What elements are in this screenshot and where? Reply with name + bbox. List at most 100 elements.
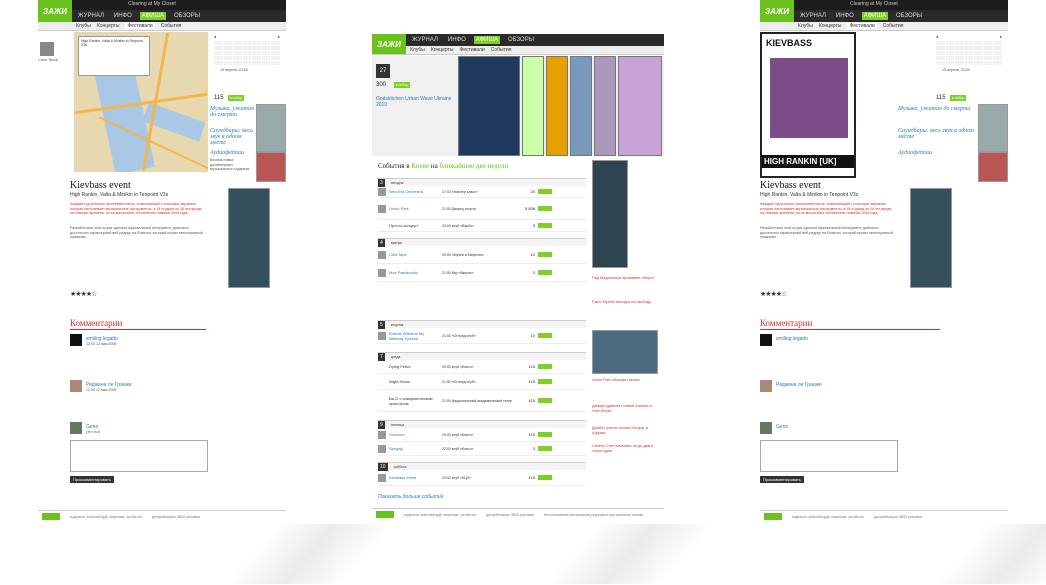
side-news-title-2[interactable]: Саундбары: весь звук в одном месте: [210, 128, 254, 146]
nav-info-3[interactable]: ИНФО: [834, 12, 856, 20]
subnav-concerts[interactable]: Концерты: [97, 23, 120, 29]
event-thumb[interactable]: [378, 187, 386, 196]
site-logo-3[interactable]: ЗАЖИ: [760, 0, 794, 22]
event-buy-button[interactable]: [538, 446, 552, 451]
nav-afisha-3[interactable]: АФИША: [861, 12, 888, 20]
event-buy-button[interactable]: [538, 270, 552, 275]
event-name[interactable]: Chill-Tape: [389, 252, 439, 257]
cal-prev-icon[interactable]: ◂: [214, 34, 216, 39]
event-name[interactable]: Max Pashkovski: [389, 270, 439, 275]
nav-journal-3[interactable]: ЖУРНАЛ: [798, 12, 828, 20]
calendar-grid[interactable]: [214, 41, 280, 65]
comment-avatar-2[interactable]: [70, 380, 82, 392]
event-buy-button[interactable]: [538, 379, 552, 384]
subnav-festivals-3[interactable]: Фестивали: [847, 23, 877, 29]
event-buy-button[interactable]: [538, 252, 552, 257]
event-name[interactable]: Dying Fetus: [389, 364, 439, 369]
event-buy-button[interactable]: [538, 398, 552, 403]
cal-prev-icon-3[interactable]: ◂: [936, 34, 938, 39]
nav-reviews[interactable]: ОБЗОРЫ: [172, 12, 202, 20]
nav-reviews-3[interactable]: ОБЗОРЫ: [894, 12, 924, 20]
event-name[interactable]: Robbie Williams My Birthday Special: [389, 331, 439, 341]
show-more-link[interactable]: Показать больше событий: [378, 494, 443, 500]
period-selector[interactable]: ближайшие две недели: [440, 162, 509, 170]
side-news-image-3-2[interactable]: [978, 152, 1008, 182]
top-user-label-3[interactable]: Clearing at My Closet: [850, 1, 898, 7]
event-row[interactable]: New Era Orchestra 17:00 «Мастер класс» 20: [378, 186, 586, 198]
event-thumb[interactable]: [378, 268, 386, 277]
subnav-events[interactable]: События: [161, 23, 182, 29]
rating-stars-3[interactable]: ★★★★☆: [760, 290, 787, 298]
event-buy-button[interactable]: [538, 475, 552, 480]
footer-logo-2[interactable]: [376, 511, 394, 518]
event-name[interactable]: Просто концерт: [389, 223, 439, 228]
nav-reviews-2[interactable]: ОБЗОРЫ: [506, 36, 536, 44]
nav-afisha-2[interactable]: АФИША: [473, 36, 500, 44]
calendar-grid-3[interactable]: [936, 41, 1002, 65]
side-news-title-1[interactable]: Музыка, ужатая до смерти: [210, 106, 254, 118]
event-buy-button[interactable]: [538, 189, 552, 194]
cal-next-icon[interactable]: ▸: [278, 34, 280, 39]
comment-avatar-3[interactable]: [70, 422, 82, 434]
featured-poster-6[interactable]: [618, 56, 662, 156]
comment-author-3-3[interactable]: Genn: [776, 424, 788, 430]
side-news-title-3[interactable]: Аудиофетиш: [210, 150, 254, 156]
event-row[interactable]: Night Music 21:00 «Оглоед клуб» 115: [378, 374, 586, 390]
comment-avatar-1[interactable]: [70, 334, 82, 346]
side-news-6[interactable]: Сигаль Стен началась на до дам в телесту…: [592, 444, 658, 453]
subnav-events-3[interactable]: События: [883, 23, 904, 29]
main-event-poster[interactable]: KIEVBASS HIGH RANKIN [UK]: [760, 32, 856, 178]
event-row[interactable]: Kievbass event 23:00 клуб «КЦЛ» 115: [378, 470, 586, 486]
event-name[interactable]: New Era Orchestra: [389, 189, 439, 194]
buy-button-3[interactable]: в побор: [950, 95, 966, 101]
rating-stars[interactable]: ★★★★☆: [70, 290, 97, 298]
comment-avatar-3-1[interactable]: [760, 334, 772, 346]
subnav-clubs-3[interactable]: Клубы: [798, 23, 813, 29]
event-buy-button[interactable]: [538, 364, 552, 369]
event-row[interactable]: Ва-О с симфоническим оркестром 21:00 Наци…: [378, 390, 586, 412]
featured-poster-4[interactable]: [570, 56, 592, 156]
side-news-image-1[interactable]: [256, 104, 286, 152]
side-news-image-2[interactable]: [256, 152, 286, 182]
comment-author-3-1[interactable]: smiling legatto: [776, 336, 808, 342]
subnav-festivals[interactable]: Фестивали: [125, 23, 155, 29]
top-user-label[interactable]: Clearing at My Closet: [128, 1, 176, 7]
comment-submit-button[interactable]: Прокомментировать: [70, 476, 114, 483]
side-news-title-3-3[interactable]: Аудиофетиш: [898, 150, 974, 156]
subnav-events-2[interactable]: События: [491, 47, 512, 53]
event-thumb[interactable]: [378, 331, 386, 340]
event-buy-button[interactable]: [538, 432, 552, 437]
calendar-widget-3[interactable]: ◂ ▸: [936, 34, 1002, 84]
event-thumb[interactable]: [378, 204, 386, 213]
event-thumb[interactable]: [378, 444, 386, 453]
event-name[interactable]: Sunvoxu: [389, 432, 439, 437]
comment-submit-button-3[interactable]: Прокомментировать: [760, 476, 804, 483]
side-news-5[interactable]: Дизайн группы Invideo на круг в Африке: [592, 426, 658, 435]
site-logo[interactable]: ЗАЖИ: [38, 0, 72, 22]
event-row[interactable]: Dying Fetus 20:00 клуб «Бинго» 115: [378, 360, 586, 374]
event-thumb[interactable]: [378, 473, 386, 482]
user-avatar[interactable]: [40, 42, 54, 56]
event-row[interactable]: Chill-Tape 20:00 «Музеи в Капустах» 10: [378, 246, 586, 264]
event-buy-button[interactable]: [538, 223, 552, 228]
event-name[interactable]: Sangaji: [389, 446, 439, 451]
calendar-widget[interactable]: ◂ ▸: [214, 34, 280, 84]
nav-info-2[interactable]: ИНФО: [446, 36, 468, 44]
nav-journal-2[interactable]: ЖУРНАЛ: [410, 36, 440, 44]
event-name[interactable]: Kievbass event: [389, 475, 439, 480]
event-thumb[interactable]: [378, 430, 386, 439]
side-news-title-3-1[interactable]: Музыка, ужатая до смерти: [898, 106, 974, 112]
event-poster[interactable]: [228, 188, 270, 288]
side-news-title-3-2[interactable]: Саундбары: весь звук в одном месте: [898, 128, 974, 140]
event-row[interactable]: Sunvoxu 20:00 клуб «Бинго» 115: [378, 428, 586, 442]
event-name[interactable]: Night Music: [389, 379, 439, 384]
featured-poster-main[interactable]: [458, 56, 520, 156]
event-buy-button[interactable]: [538, 206, 552, 211]
event-buy-button[interactable]: [538, 333, 552, 338]
event-thumb[interactable]: [378, 250, 386, 259]
comment-author-3-2[interactable]: Реджина ле Гранже: [776, 382, 822, 388]
comment-textarea[interactable]: [70, 440, 208, 472]
subnav-clubs[interactable]: Клубы: [76, 23, 91, 29]
buy-button[interactable]: в побор: [228, 95, 244, 101]
side-news-4[interactable]: Даффи удивляет новый альбом в Нью-Йорке: [592, 404, 658, 413]
